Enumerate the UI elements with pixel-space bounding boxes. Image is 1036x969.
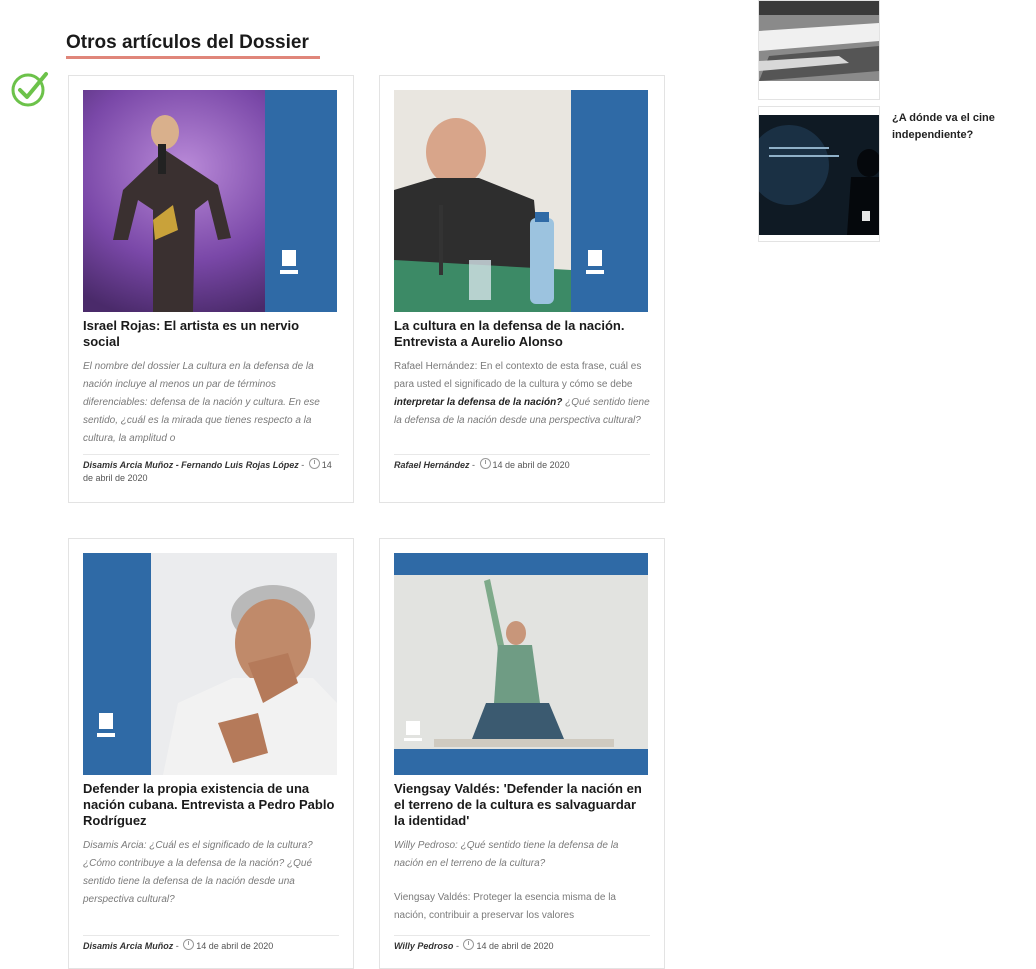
article-author[interactable]: Willy Pedroso bbox=[394, 941, 453, 951]
article-author[interactable]: Disamis Arcia Muñoz - Fernando Luis Roja… bbox=[83, 460, 299, 470]
article-title[interactable]: La cultura en la defensa de la nación. E… bbox=[394, 318, 650, 350]
article-excerpt-continued: Viengsay Valdés: Proteger la esencia mis… bbox=[394, 892, 616, 921]
article-date: 14 de abril de 2020 bbox=[476, 941, 554, 951]
clock-icon bbox=[463, 939, 475, 950]
article-date: 14 de abril de 2020 bbox=[196, 941, 274, 951]
title-underline bbox=[66, 56, 320, 59]
article-thumbnail[interactable] bbox=[83, 90, 337, 312]
article-excerpt: Willy Pedroso: ¿Qué sentido tiene la def… bbox=[394, 840, 619, 869]
clock-icon bbox=[308, 458, 320, 469]
article-excerpt: Disamis Arcia: ¿Cuál es el significado d… bbox=[83, 840, 313, 905]
sidebar-item-thumbnail[interactable] bbox=[758, 0, 880, 100]
article-card[interactable]: Defender la propia existencia de una nac… bbox=[68, 538, 354, 969]
clock-icon bbox=[479, 458, 491, 469]
article-card[interactable]: Viengsay Valdés: 'Defender la nación en … bbox=[379, 538, 665, 969]
article-card[interactable]: Israel Rojas: El artista es un nervio so… bbox=[68, 75, 354, 503]
check-circle-icon bbox=[11, 72, 48, 107]
article-meta: Disamis Arcia Muñoz - 14 de abril de 202… bbox=[83, 935, 339, 953]
sidebar-item-title[interactable]: ¿A dónde va el cine independiente? bbox=[892, 110, 1032, 144]
article-excerpt: El nombre del dossier La cultura en la d… bbox=[83, 361, 320, 444]
article-author[interactable]: Rafael Hernández bbox=[394, 460, 470, 470]
article-card[interactable]: La cultura en la defensa de la nación. E… bbox=[379, 75, 665, 503]
excerpt-emphasis: interpretar la defensa de la nación? bbox=[394, 397, 563, 408]
sidebar-item-thumbnail[interactable] bbox=[758, 106, 880, 242]
section-title: Otros artículos del Dossier bbox=[66, 32, 309, 53]
article-meta: Willy Pedroso - 14 de abril de 2020 bbox=[394, 935, 650, 953]
article-thumbnail[interactable] bbox=[394, 90, 648, 312]
article-meta: Disamis Arcia Muñoz - Fernando Luis Roja… bbox=[83, 454, 339, 485]
clock-icon bbox=[183, 939, 195, 950]
article-meta: Rafael Hernández - 14 de abril de 2020 bbox=[394, 454, 650, 472]
article-author[interactable]: Disamis Arcia Muñoz bbox=[83, 941, 173, 951]
article-thumbnail[interactable] bbox=[394, 553, 648, 775]
article-thumbnail[interactable] bbox=[83, 553, 337, 775]
article-title[interactable]: Defender la propia existencia de una nac… bbox=[83, 781, 339, 829]
article-excerpt: Rafael Hernández: En el contexto de esta… bbox=[394, 361, 650, 426]
article-date: 14 de abril de 2020 bbox=[492, 460, 570, 470]
article-title[interactable]: Israel Rojas: El artista es un nervio so… bbox=[83, 318, 339, 350]
article-title[interactable]: Viengsay Valdés: 'Defender la nación en … bbox=[394, 781, 650, 829]
